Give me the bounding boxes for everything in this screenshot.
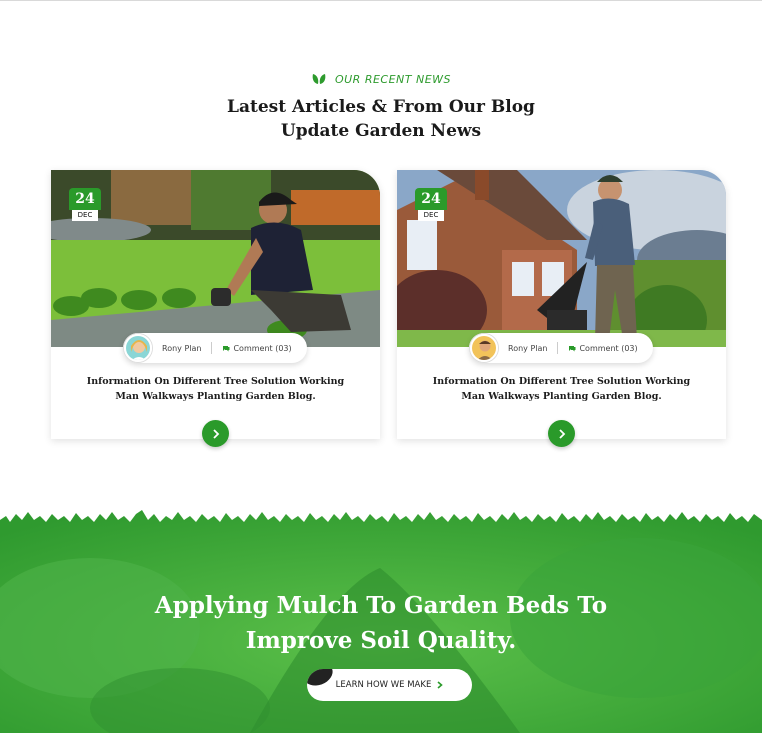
post-date-day: 24 — [69, 188, 101, 210]
learn-how-button[interactable]: LEARN HOW WE MAKE — [307, 669, 472, 701]
post-date-month: DEC — [72, 210, 98, 221]
learn-how-label: LEARN HOW WE MAKE — [335, 680, 432, 690]
blog-section-header: OUR RECENT NEWS Latest Articles & From O… — [0, 70, 762, 143]
top-divider — [0, 0, 762, 1]
read-more-button[interactable] — [548, 420, 575, 447]
author-name[interactable]: Rony Plan — [508, 344, 547, 353]
banner-title-line-2: Improve Soil Quality. — [245, 627, 517, 654]
post-date-badge: 24 DEC — [69, 188, 101, 221]
meta-separator — [211, 342, 213, 354]
post-date-badge: 24 DEC — [415, 188, 447, 221]
comment-count: Comment (03) — [233, 343, 292, 353]
leaf-icon — [312, 74, 326, 84]
blog-card: 24 DEC Rony Plan Comment (03) Informatio… — [51, 170, 380, 447]
cta-banner: Applying Mulch To Garden Beds To Improve… — [0, 508, 762, 733]
chevron-right-icon — [437, 681, 444, 689]
comment-count: Comment (03) — [579, 343, 638, 353]
comment-link[interactable]: Comment (03) — [222, 343, 292, 353]
eyebrow-label: OUR RECENT NEWS — [334, 72, 452, 86]
author-name[interactable]: Rony Plan — [162, 344, 201, 353]
meta-separator — [557, 342, 559, 354]
read-more-button[interactable] — [202, 420, 229, 447]
post-title[interactable]: Information On Different Tree Solution W… — [397, 374, 726, 404]
author-avatar — [470, 334, 498, 362]
section-title-line-1: Latest Articles & From Our Blog — [227, 97, 535, 117]
post-meta: Rony Plan Comment (03) — [469, 333, 653, 363]
comment-link[interactable]: Comment (03) — [568, 343, 638, 353]
banner-title-line-1: Applying Mulch To Garden Beds To — [154, 592, 608, 619]
post-title[interactable]: Information On Different Tree Solution W… — [51, 374, 380, 404]
section-title: Latest Articles & From Our Blog Update G… — [0, 95, 762, 143]
post-date-month: DEC — [418, 210, 444, 221]
chevron-right-icon — [558, 428, 565, 439]
blog-card: 24 DEC Rony Plan Comment (03) Informatio… — [397, 170, 726, 447]
comment-icon — [223, 345, 230, 351]
chevron-right-icon — [212, 428, 219, 439]
section-eyebrow: OUR RECENT NEWS — [311, 73, 451, 86]
post-date-day: 24 — [415, 188, 447, 210]
section-title-line-2: Update Garden News — [280, 121, 482, 141]
post-meta: Rony Plan Comment (03) — [123, 333, 307, 363]
comment-icon — [569, 345, 576, 351]
author-avatar — [124, 334, 152, 362]
banner-title: Applying Mulch To Garden Beds To Improve… — [0, 588, 762, 658]
